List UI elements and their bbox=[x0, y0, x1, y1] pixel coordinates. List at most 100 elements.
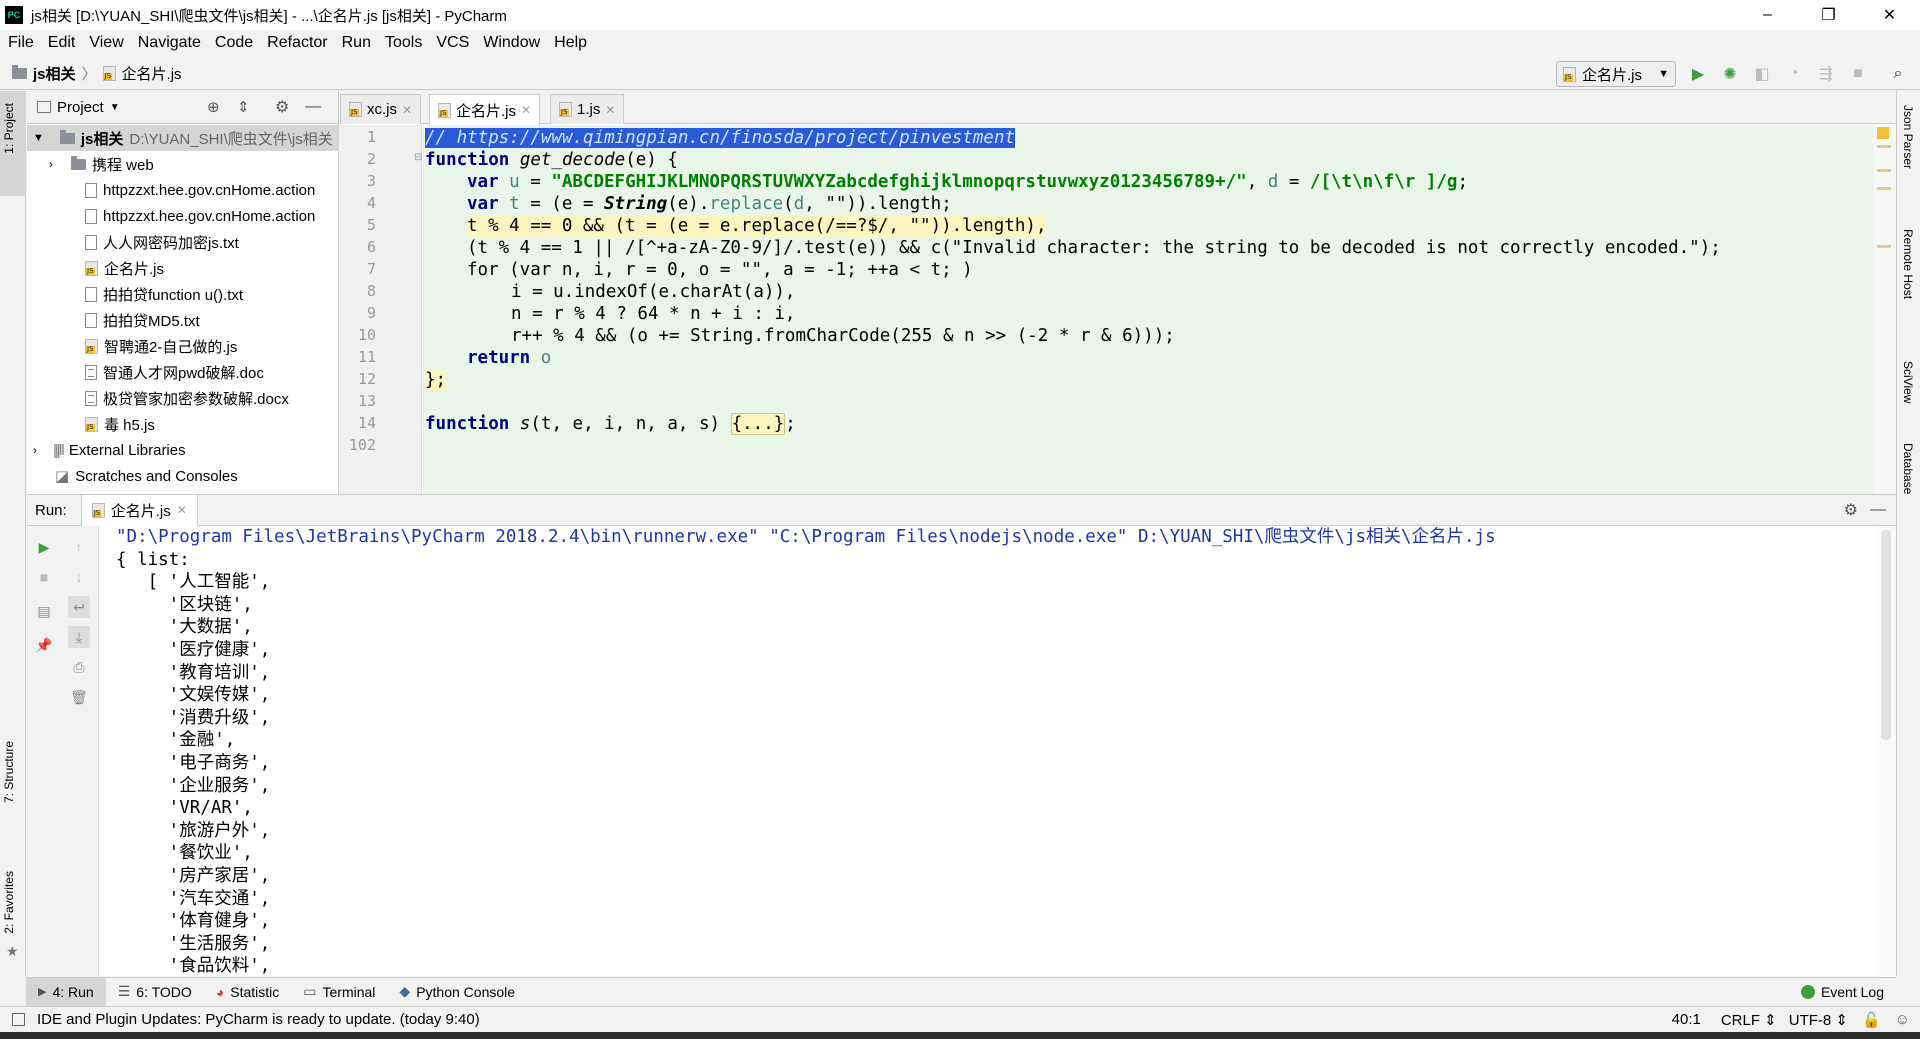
status-toggle-icon[interactable] bbox=[12, 1013, 25, 1026]
coverage-icon[interactable]: ◧ bbox=[1752, 64, 1772, 84]
print-icon[interactable]: ⎙ bbox=[68, 656, 90, 678]
remote-host-tab[interactable]: Remote Host bbox=[1901, 229, 1915, 299]
console-output[interactable]: "D:\Program Files\JetBrains\PyCharm 2018… bbox=[116, 526, 1876, 977]
close-icon[interactable]: ✕ bbox=[521, 103, 531, 117]
hide-icon[interactable]: — bbox=[1870, 501, 1886, 519]
menu-vcs[interactable]: VCS bbox=[436, 34, 469, 52]
close-icon[interactable]: ✕ bbox=[605, 103, 615, 117]
status-message[interactable]: IDE and Plugin Updates: PyCharm is ready… bbox=[37, 1011, 480, 1028]
database-tab[interactable]: Database bbox=[1901, 443, 1915, 494]
close-button[interactable]: ✕ bbox=[1859, 0, 1920, 30]
tree-item[interactable]: 人人网密码加密js.txt bbox=[27, 229, 339, 255]
scrollbar-thumb[interactable] bbox=[1881, 530, 1891, 740]
menu-window[interactable]: Window bbox=[483, 34, 540, 52]
console-scrollbar[interactable] bbox=[1876, 526, 1896, 977]
event-log-tab[interactable]: Event Log bbox=[1789, 978, 1896, 1006]
minimize-button[interactable]: – bbox=[1737, 0, 1798, 30]
tab-statistic[interactable]: ◕ Statistic bbox=[204, 978, 291, 1006]
collapse-all-icon[interactable]: ⇕ bbox=[237, 98, 250, 116]
error-stripe[interactable] bbox=[1877, 145, 1891, 148]
tree-item[interactable]: 极贷管家加密参数破解.docx bbox=[27, 385, 339, 411]
menu-edit[interactable]: Edit bbox=[48, 34, 76, 52]
rerun-icon[interactable]: ▶ bbox=[33, 536, 55, 558]
tree-item[interactable]: 智通人才网pwd破解.doc bbox=[27, 359, 339, 385]
tree-item[interactable]: 企名片.js bbox=[27, 255, 339, 281]
chevron-down-icon[interactable]: ▼ bbox=[110, 102, 120, 113]
fold-icon[interactable]: ⊟ bbox=[414, 152, 422, 163]
hide-icon[interactable]: — bbox=[305, 98, 321, 116]
debug-icon[interactable]: ✺ bbox=[1720, 64, 1740, 84]
locate-icon[interactable]: ⊕ bbox=[207, 98, 220, 116]
stop-icon[interactable]: ■ bbox=[1848, 64, 1868, 84]
layout-icon[interactable]: ▤ bbox=[33, 600, 55, 622]
arrow-up-icon[interactable]: ↑ bbox=[68, 536, 90, 558]
arrow-down-icon[interactable]: ↓ bbox=[68, 566, 90, 588]
menu-view[interactable]: View bbox=[89, 34, 123, 52]
tree-item[interactable]: › 携程 web bbox=[27, 151, 339, 177]
tab-label: Event Log bbox=[1820, 983, 1884, 1000]
tab-xc-js[interactable]: xc.js ✕ bbox=[340, 94, 422, 124]
error-stripe[interactable] bbox=[1877, 187, 1891, 190]
close-icon[interactable]: ✕ bbox=[402, 103, 412, 117]
tab-todo[interactable]: ☰ 6: TODO bbox=[106, 978, 204, 1006]
menu-file[interactable]: File bbox=[8, 34, 34, 52]
tree-item[interactable]: 拍拍贷MD5.txt bbox=[27, 307, 339, 333]
line-separator[interactable]: CRLF ⇕ bbox=[1721, 1011, 1777, 1029]
code-editor[interactable]: // https://www.qimingpian.cn/finosda/pro… bbox=[423, 125, 1873, 494]
menu-help[interactable]: Help bbox=[554, 34, 587, 52]
close-icon[interactable]: ✕ bbox=[177, 503, 187, 517]
error-stripe[interactable] bbox=[1877, 169, 1891, 172]
search-icon[interactable]: ⌕ bbox=[1888, 64, 1908, 84]
run-configuration-select[interactable]: 企名片.js ▼ bbox=[1556, 61, 1676, 87]
tree-item[interactable]: 拍拍贷function u().txt bbox=[27, 281, 339, 307]
code-token: ; bbox=[1457, 172, 1468, 192]
concurrency-icon[interactable]: ⇶ bbox=[1816, 64, 1836, 84]
inspector-icon[interactable]: ☺ bbox=[1895, 1011, 1910, 1028]
tree-item[interactable]: 毒 h5.js bbox=[27, 411, 339, 437]
maximize-button[interactable]: ❐ bbox=[1798, 0, 1859, 30]
project-panel-title[interactable]: Project bbox=[57, 99, 104, 116]
menu-run[interactable]: Run bbox=[342, 34, 371, 52]
structure-tool-tab[interactable]: 7: Structure bbox=[2, 741, 16, 803]
editor-scrollbar[interactable] bbox=[1873, 125, 1896, 494]
pin-icon[interactable]: 📌 bbox=[33, 634, 55, 656]
trash-icon[interactable]: 🗑 bbox=[68, 686, 90, 708]
scroll-to-end-icon[interactable]: ⤓ bbox=[68, 626, 90, 648]
folded-code-block[interactable]: {...} bbox=[730, 413, 786, 435]
favorites-tool-tab[interactable]: 2: Favorites bbox=[2, 871, 16, 934]
tree-scratches[interactable]: ◪ Scratches and Consoles bbox=[27, 463, 339, 489]
tab-1-js[interactable]: 1.js ✕ bbox=[550, 94, 625, 124]
project-tool-tab[interactable]: 1: Project bbox=[0, 91, 26, 196]
tree-item[interactable]: 智聘通2-自己做的.js bbox=[27, 333, 339, 359]
gear-icon[interactable]: ⚙ bbox=[1844, 500, 1858, 520]
soft-wrap-icon[interactable]: ↩ bbox=[68, 596, 90, 618]
breadcrumb-project[interactable]: js相关 bbox=[33, 63, 76, 84]
gear-icon[interactable]: ⚙ bbox=[275, 97, 289, 117]
caret-position[interactable]: 40:1 bbox=[1672, 1011, 1701, 1028]
menu-code[interactable]: Code bbox=[215, 34, 253, 52]
sciview-tab[interactable]: SciView bbox=[1901, 361, 1915, 403]
menu-tools[interactable]: Tools bbox=[385, 34, 422, 52]
lock-icon[interactable]: 🔓 bbox=[1862, 1011, 1881, 1029]
run-tab[interactable]: 企名片.js ✕ bbox=[80, 494, 198, 526]
breadcrumb-file[interactable]: 企名片.js bbox=[122, 63, 182, 84]
run-icon[interactable]: ▶ bbox=[1688, 64, 1708, 84]
tab-qimingpian-js[interactable]: 企名片.js ✕ bbox=[429, 94, 541, 125]
tab-run[interactable]: ▶ 4: Run bbox=[26, 977, 106, 1006]
tab-python-console[interactable]: ◆ Python Console bbox=[387, 978, 527, 1006]
tree-item[interactable]: httpzzxt.hee.gov.cnHome.action bbox=[27, 177, 339, 203]
menu-refactor[interactable]: Refactor bbox=[267, 34, 327, 52]
error-stripe[interactable] bbox=[1877, 245, 1891, 248]
code-line-4: var t = (e = String(e).replace(d, "")).l… bbox=[467, 193, 952, 215]
tree-item[interactable]: httpzzxt.hee.gov.cnHome.action bbox=[27, 203, 339, 229]
tree-external-libraries[interactable]: › |||‖ External Libraries bbox=[27, 437, 339, 463]
stop-icon[interactable]: ■ bbox=[33, 566, 55, 588]
tree-root[interactable]: ▼ js相关 D:\YUAN_SHI\爬虫文件\js相关 bbox=[27, 125, 339, 151]
file-encoding[interactable]: UTF-8 ⇕ bbox=[1789, 1011, 1848, 1029]
python-console-icon: ◆ bbox=[399, 983, 411, 999]
warning-marker-icon[interactable] bbox=[1877, 127, 1889, 139]
json-parser-tab[interactable]: Json Parser bbox=[1901, 105, 1915, 169]
profile-icon[interactable]: ◔ bbox=[1784, 64, 1804, 84]
tab-terminal[interactable]: ▭ Terminal bbox=[291, 978, 387, 1006]
menu-navigate[interactable]: Navigate bbox=[138, 34, 201, 52]
